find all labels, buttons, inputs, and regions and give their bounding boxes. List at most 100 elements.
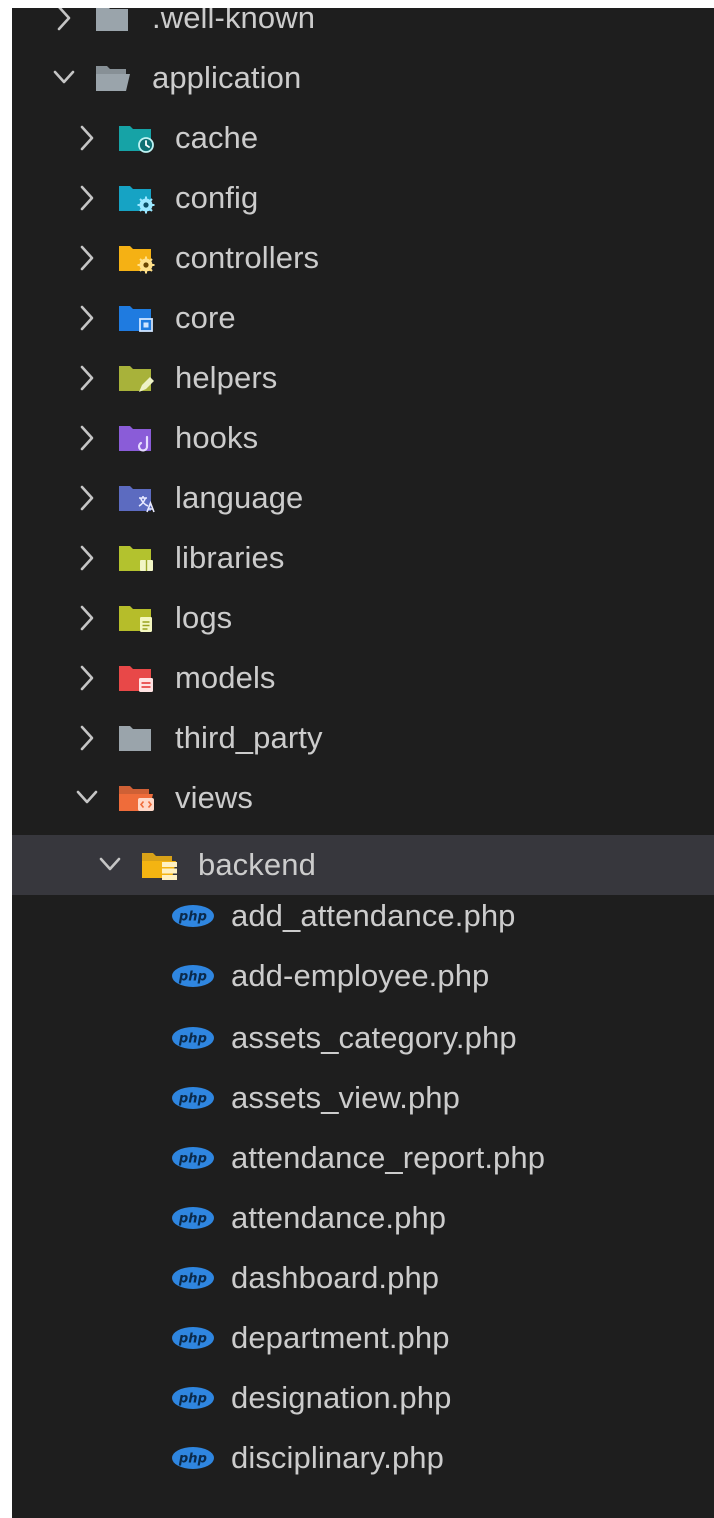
chevron-right-icon[interactable] [73, 240, 101, 276]
folder-icon [119, 726, 151, 751]
folder-name: core [175, 300, 236, 335]
file-name: disciplinary.php [231, 1440, 444, 1475]
tree-folder-core[interactable]: core [12, 288, 714, 348]
svg-text:php: php [178, 970, 207, 985]
folder-language-icon [119, 486, 155, 513]
php-file-icon: php [172, 1147, 214, 1169]
tree-file-designation.php[interactable]: php designation.php [12, 1368, 714, 1428]
tree-file-disciplinary.php[interactable]: php disciplinary.php [12, 1428, 714, 1488]
tree-file-department.php[interactable]: php department.php [12, 1308, 714, 1368]
svg-text:php: php [178, 1332, 207, 1347]
folder-name: application [152, 60, 302, 95]
php-file-icon: php [172, 1087, 214, 1109]
folder-name: libraries [175, 540, 285, 575]
folder-name: logs [175, 600, 233, 635]
tree-folder-controllers[interactable]: controllers [12, 228, 714, 288]
folder-open-icon [96, 66, 130, 91]
svg-text:php: php [178, 910, 207, 925]
svg-text:php: php [178, 1212, 207, 1227]
folder-icon [96, 8, 128, 31]
file-name: designation.php [231, 1380, 452, 1415]
svg-text:php: php [178, 1092, 207, 1107]
file-name: add_attendance.php [231, 898, 516, 933]
chevron-right-icon[interactable] [73, 600, 101, 636]
tree-folder-third_party[interactable]: third_party [12, 708, 714, 768]
php-file-icon: php [172, 965, 214, 987]
chevron-down-icon[interactable] [73, 780, 101, 816]
tree-file-assets_view.php[interactable]: php assets_view.php [12, 1068, 714, 1128]
tree-folder-application[interactable]: application [12, 48, 714, 108]
tree-folder-language[interactable]: language [12, 468, 714, 528]
chevron-right-icon[interactable] [73, 360, 101, 396]
chevron-right-icon[interactable] [73, 480, 101, 516]
folder-hooks-icon [119, 426, 151, 452]
file-name: add-employee.php [231, 958, 490, 993]
folder-name: language [175, 480, 304, 515]
php-file-icon: php [172, 1207, 214, 1229]
folder-name: backend [198, 847, 316, 882]
svg-text:php: php [178, 1392, 207, 1407]
chevron-right-icon[interactable] [73, 300, 101, 336]
file-name: attendance.php [231, 1200, 447, 1235]
folder-backend-open-icon [142, 853, 177, 880]
folder-controllers-icon [119, 246, 155, 274]
tree-folder-hooks[interactable]: hooks [12, 408, 714, 468]
folder-name: third_party [175, 720, 323, 755]
chevron-down-icon[interactable] [50, 60, 78, 96]
folder-core-icon [119, 306, 153, 332]
chevron-right-icon[interactable] [73, 660, 101, 696]
folder-logs-icon [119, 606, 152, 632]
php-file-icon: php [172, 1327, 214, 1349]
folder-models-icon [119, 666, 153, 692]
chevron-right-icon[interactable] [73, 420, 101, 456]
tree-folder-helpers[interactable]: helpers [12, 348, 714, 408]
folder-name: .well-known [152, 8, 316, 35]
folder-views-open-icon [119, 786, 154, 811]
folder-cache-icon [119, 126, 154, 153]
tree-folder-config[interactable]: config [12, 168, 714, 228]
folder-name: views [175, 780, 254, 815]
svg-text:php: php [178, 1272, 207, 1287]
folder-name: hooks [175, 420, 259, 455]
php-file-icon: php [172, 1447, 214, 1469]
folder-config-icon [119, 186, 155, 214]
tree-folder-libraries[interactable]: libraries [12, 528, 714, 588]
php-file-icon: php [172, 905, 214, 927]
file-name: dashboard.php [231, 1260, 440, 1295]
folder-libraries-icon [119, 546, 153, 571]
tree-file-assets_category.php[interactable]: php assets_category.php [12, 1008, 714, 1068]
folder-name: controllers [175, 240, 320, 275]
tree-file-attendance.php[interactable]: php attendance.php [12, 1188, 714, 1248]
file-name: department.php [231, 1320, 450, 1355]
tree-folder-views[interactable]: views [12, 768, 714, 828]
file-explorer-tree: .well-known application cache config control… [12, 8, 714, 1518]
tree-file-add_attendance.php[interactable]: php add_attendance.php [12, 886, 714, 946]
chevron-right-icon[interactable] [73, 540, 101, 576]
php-file-icon: php [172, 1267, 214, 1289]
chevron-right-icon[interactable] [73, 180, 101, 216]
svg-text:php: php [178, 1152, 207, 1167]
folder-name: cache [175, 120, 259, 155]
svg-text:php: php [178, 1032, 207, 1047]
tree-file-dashboard.php[interactable]: php dashboard.php [12, 1248, 714, 1308]
tree-folder-cache[interactable]: cache [12, 108, 714, 168]
tree-file-attendance_report.php[interactable]: php attendance_report.php [12, 1128, 714, 1188]
file-name: assets_category.php [231, 1020, 517, 1055]
file-name: attendance_report.php [231, 1140, 546, 1175]
tree-folder-models[interactable]: models [12, 648, 714, 708]
folder-helpers-icon [119, 366, 154, 392]
file-name: assets_view.php [231, 1080, 460, 1115]
folder-name: helpers [175, 360, 278, 395]
folder-name: config [175, 180, 259, 215]
svg-text:php: php [178, 1452, 207, 1467]
tree-folder-logs[interactable]: logs [12, 588, 714, 648]
chevron-down-icon[interactable] [96, 847, 124, 883]
tree-folder-.well-known[interactable]: .well-known [12, 8, 714, 48]
chevron-right-icon[interactable] [50, 8, 78, 36]
tree-file-add-employee.php[interactable]: php add-employee.php [12, 946, 714, 1006]
php-file-icon: php [172, 1387, 214, 1409]
folder-name: models [175, 660, 276, 695]
php-file-icon: php [172, 1027, 214, 1049]
chevron-right-icon[interactable] [73, 720, 101, 756]
chevron-right-icon[interactable] [73, 120, 101, 156]
